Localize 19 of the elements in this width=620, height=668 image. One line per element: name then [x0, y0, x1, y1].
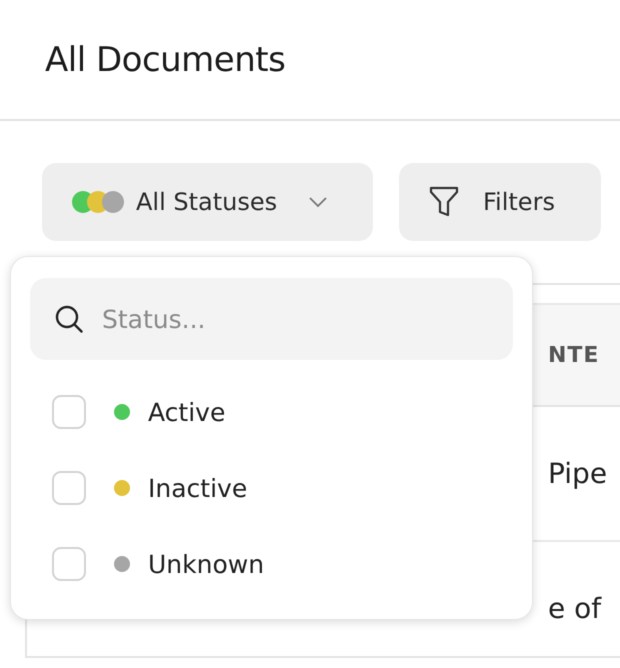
status-dots-icon — [72, 191, 124, 213]
table-cell: e of — [548, 592, 602, 625]
checkbox[interactable] — [52, 547, 86, 581]
status-option[interactable]: Unknown — [30, 526, 513, 602]
option-label: Active — [148, 398, 226, 426]
filters-button[interactable]: Filters — [399, 163, 601, 241]
chevron-down-icon — [309, 196, 328, 208]
column-header: NTE — [548, 342, 600, 368]
table-cell: Pipe — [548, 457, 608, 490]
status-option[interactable]: Inactive — [30, 450, 513, 526]
option-label: Unknown — [148, 550, 264, 578]
search-field[interactable]: Status... — [30, 278, 513, 360]
option-label: Inactive — [148, 474, 248, 502]
status-option[interactable]: Active — [30, 374, 513, 450]
page-title: All Documents — [45, 40, 286, 80]
checkbox[interactable] — [52, 471, 86, 505]
status-filter-button[interactable]: All Statuses — [42, 163, 373, 241]
checkbox[interactable] — [52, 395, 86, 429]
funnel-icon — [429, 186, 459, 218]
